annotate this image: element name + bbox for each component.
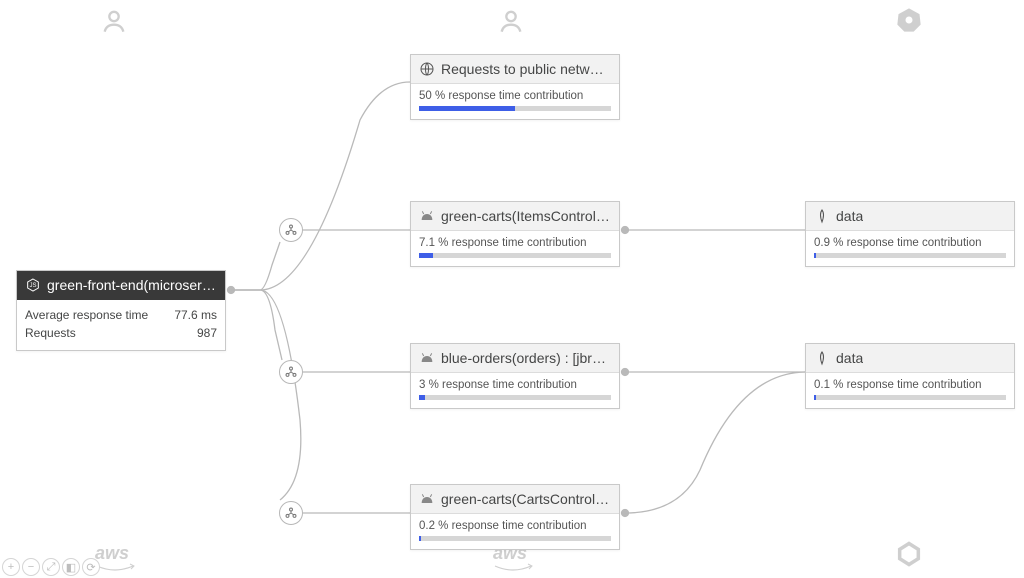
tomcat-icon (419, 491, 435, 507)
kubernetes-icon (895, 6, 923, 37)
refresh-button[interactable]: ⟳ (82, 558, 100, 576)
contribution-label: 0.2 % response time contribution (419, 520, 611, 532)
node-body: 0.2 % response time contribution (411, 514, 619, 549)
contribution-bar (419, 106, 611, 111)
requests-value: 987 (197, 324, 217, 342)
globe-icon (419, 61, 435, 77)
contribution-label: 50 % response time contribution (419, 90, 611, 102)
contribution-label: 7.1 % response time contribution (419, 237, 611, 249)
contribution-bar (419, 395, 611, 400)
nodejs-icon: JS (25, 277, 41, 293)
requests-label: Requests (25, 324, 76, 342)
node-body: 7.1 % response time contribution (411, 231, 619, 266)
node-body: 3 % response time contribution (411, 373, 619, 408)
zoom-out-button[interactable]: − (22, 558, 40, 576)
node-body: Average response time 77.6 ms Requests 9… (17, 300, 225, 350)
node-header: JS green-front-end(microser… (17, 271, 225, 300)
node-header: Requests to public netw… (411, 55, 619, 84)
junction-icon (279, 360, 303, 384)
junction-icon (279, 218, 303, 242)
layout-button[interactable]: ◧ (62, 558, 80, 576)
pin-icon (100, 6, 128, 37)
node-body: 50 % response time contribution (411, 84, 619, 119)
contribution-label: 0.1 % response time contribution (814, 379, 1006, 391)
mongodb-icon (814, 350, 830, 366)
avg-response-label: Average response time (25, 306, 148, 324)
junction-icon (279, 501, 303, 525)
hexagon-icon (895, 540, 923, 571)
node-body: 0.9 % response time contribution (806, 231, 1014, 266)
node-root[interactable]: JS green-front-end(microser… Average res… (16, 270, 226, 351)
node-title: green-front-end(microser… (47, 277, 216, 293)
tomcat-icon (419, 350, 435, 366)
node-data-top[interactable]: data 0.9 % response time contribution (805, 201, 1015, 267)
contribution-label: 3 % response time contribution (419, 379, 611, 391)
fit-button[interactable]: ⤢ (42, 558, 60, 576)
node-green-carts-items[interactable]: green-carts(ItemsControll… 7.1 % respons… (410, 201, 620, 267)
svg-text:JS: JS (29, 283, 36, 289)
node-data-bottom[interactable]: data 0.1 % response time contribution (805, 343, 1015, 409)
contribution-bar (419, 253, 611, 258)
contribution-label: 0.9 % response time contribution (814, 237, 1006, 249)
node-title: blue-orders(orders) : [jbra… (441, 350, 611, 366)
node-blue-orders[interactable]: blue-orders(orders) : [jbra… 3 % respons… (410, 343, 620, 409)
contribution-bar (419, 536, 611, 541)
aws-icon: aws (95, 543, 135, 574)
mongodb-icon (814, 208, 830, 224)
node-title: green-carts(ItemsControll… (441, 208, 611, 224)
node-title: Requests to public netw… (441, 61, 604, 77)
node-title: data (836, 208, 863, 224)
tomcat-icon (419, 208, 435, 224)
node-green-carts-carts[interactable]: green-carts(CartsControll… 0.2 % respons… (410, 484, 620, 550)
node-header: data (806, 202, 1014, 231)
node-public-network[interactable]: Requests to public netw… 50 % response t… (410, 54, 620, 120)
node-body: 0.1 % response time contribution (806, 373, 1014, 408)
contribution-bar (814, 395, 1006, 400)
node-header: data (806, 344, 1014, 373)
node-title: data (836, 350, 863, 366)
contribution-bar (814, 253, 1006, 258)
node-header: green-carts(ItemsControll… (411, 202, 619, 231)
zoom-in-button[interactable]: + (2, 558, 20, 576)
pin-icon (497, 6, 525, 37)
view-toolbar: + − ⤢ ◧ ⟳ (2, 558, 100, 576)
node-header: blue-orders(orders) : [jbra… (411, 344, 619, 373)
node-header: green-carts(CartsControll… (411, 485, 619, 514)
node-title: green-carts(CartsControll… (441, 491, 611, 507)
avg-response-value: 77.6 ms (174, 306, 217, 324)
